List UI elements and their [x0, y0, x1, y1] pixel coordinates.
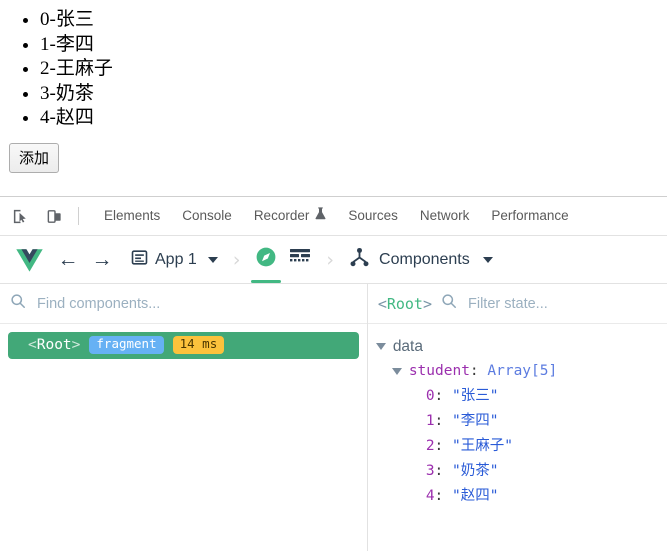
- expand-triangle-icon[interactable]: [375, 343, 386, 350]
- array-value: "奶茶": [452, 463, 499, 479]
- list-item: 0-张三: [40, 8, 667, 33]
- app-selector[interactable]: App 1: [119, 249, 224, 271]
- filter-state-row: <Root>: [367, 284, 667, 324]
- selected-name: Root: [386, 294, 423, 313]
- arrow-right-icon[interactable]: →: [85, 243, 119, 277]
- list-item: 4-赵四: [40, 106, 667, 131]
- breadcrumb-chevron-icon-2: ›: [326, 248, 335, 271]
- state-type: Array[5]: [487, 363, 558, 379]
- chevron-down-icon-2[interactable]: [482, 256, 493, 263]
- arrow-left-icon[interactable]: ←: [51, 243, 85, 277]
- search-icon: [10, 293, 26, 314]
- array-index: 2: [425, 438, 435, 454]
- chevron-down-icon[interactable]: [207, 256, 218, 263]
- search-icon: [441, 293, 457, 314]
- toolbar-divider: [78, 207, 79, 225]
- timeline-tab[interactable]: [283, 237, 317, 283]
- inspect-element-icon[interactable]: [6, 202, 34, 230]
- component-tree-icon: [349, 247, 370, 273]
- state-pane: <Root> data student: Array[5]: [367, 284, 667, 551]
- tag-name: Root: [36, 336, 72, 353]
- tab-label: Recorder: [253, 208, 310, 223]
- state-key: student: [408, 363, 470, 379]
- state-group-data[interactable]: data: [375, 334, 659, 359]
- array-index: 1: [425, 413, 435, 429]
- tab-elements[interactable]: Elements: [93, 197, 171, 235]
- array-index: 3: [425, 463, 435, 479]
- component-node-root[interactable]: <Root> fragment 14 ms: [8, 332, 359, 359]
- component-tree: <Root> fragment 14 ms: [0, 324, 367, 551]
- tab-performance[interactable]: Performance: [480, 197, 579, 235]
- array-colon: :: [434, 463, 453, 479]
- components-pane: <Root> fragment 14 ms: [0, 284, 368, 551]
- screen-root: 0-张三 1-李四 2-王麻子 3-奶茶 4-赵四 添加 Elements Co: [0, 0, 667, 551]
- vue-devtools-toolbar: ← → App 1 › › Components: [0, 236, 667, 284]
- array-colon: :: [434, 438, 453, 454]
- breadcrumb-chevron-icon: ›: [232, 248, 241, 271]
- badge-fragment: fragment: [89, 336, 164, 354]
- array-index: 4: [425, 488, 435, 504]
- selected-open-bracket: <: [377, 294, 387, 313]
- tab-network[interactable]: Network: [409, 197, 481, 235]
- find-components-input[interactable]: [35, 294, 357, 313]
- array-value: "赵四": [452, 488, 499, 504]
- tag-close-bracket: >: [71, 336, 81, 353]
- app-document-icon: [131, 249, 148, 271]
- state-array-item[interactable]: 0: "张三": [376, 384, 659, 409]
- state-tree: data student: Array[5] 0: "张三" 1: "李四" 2…: [368, 324, 667, 551]
- tab-recorder[interactable]: Recorder: [243, 197, 338, 235]
- page-viewport: 0-张三 1-李四 2-王麻子 3-奶茶 4-赵四 添加: [0, 0, 667, 196]
- tab-label: Sources: [348, 208, 398, 223]
- tab-label: Elements: [104, 208, 161, 223]
- flask-icon: [315, 197, 326, 235]
- array-value: "张三": [452, 388, 499, 404]
- app-label: App 1: [155, 250, 197, 268]
- device-toolbar-icon[interactable]: [40, 202, 68, 230]
- compass-pin-icon: [255, 246, 277, 273]
- selected-component-tag: <Root>: [378, 295, 432, 313]
- state-array-item[interactable]: 3: "奶茶": [376, 459, 659, 484]
- tab-label: Console: [182, 208, 232, 223]
- state-field-student[interactable]: student: Array[5]: [376, 359, 659, 384]
- tab-console[interactable]: Console: [171, 197, 243, 235]
- component-node-tag: <Root>: [28, 337, 80, 353]
- array-value: "李四": [452, 413, 499, 429]
- state-array-item[interactable]: 2: "王麻子": [376, 434, 659, 459]
- badge-render-time: 14 ms: [172, 336, 225, 354]
- state-colon: :: [469, 363, 488, 379]
- components-selector[interactable]: Components: [343, 247, 501, 273]
- selected-close-bracket: >: [422, 294, 432, 313]
- inspector-tab[interactable]: [249, 237, 283, 283]
- devtools-tabbar: Elements Console Recorder Sources Networ…: [0, 196, 667, 236]
- find-components-row: [0, 284, 367, 324]
- list-item: 1-李四: [40, 33, 667, 58]
- student-list: 0-张三 1-李四 2-王麻子 3-奶茶 4-赵四: [0, 8, 667, 131]
- expand-triangle-icon-student[interactable]: [391, 368, 402, 375]
- array-colon: :: [434, 488, 453, 504]
- tab-label: Performance: [491, 208, 569, 223]
- components-label: Components: [379, 250, 470, 268]
- tab-label: Network: [419, 208, 470, 223]
- devtools-split: <Root> fragment 14 ms <Root>: [0, 284, 667, 551]
- tab-sources[interactable]: Sources: [337, 197, 409, 235]
- tag-open-bracket: <: [28, 336, 37, 353]
- state-field-row: student: Array[5]: [409, 359, 557, 384]
- list-item: 2-王麻子: [40, 57, 667, 82]
- array-colon: :: [434, 388, 453, 404]
- timeline-grid-icon: [289, 248, 311, 271]
- array-index: 0: [425, 388, 435, 404]
- add-button[interactable]: 添加: [9, 143, 60, 173]
- array-colon: :: [434, 413, 453, 429]
- array-value: "王麻子": [452, 438, 513, 454]
- filter-state-input[interactable]: [466, 294, 657, 313]
- vue-logo-icon: [8, 237, 51, 283]
- state-array-item[interactable]: 4: "赵四": [376, 484, 659, 509]
- list-item: 3-奶茶: [40, 82, 667, 107]
- state-array-item[interactable]: 1: "李四": [376, 409, 659, 434]
- state-group-label: data: [392, 338, 423, 355]
